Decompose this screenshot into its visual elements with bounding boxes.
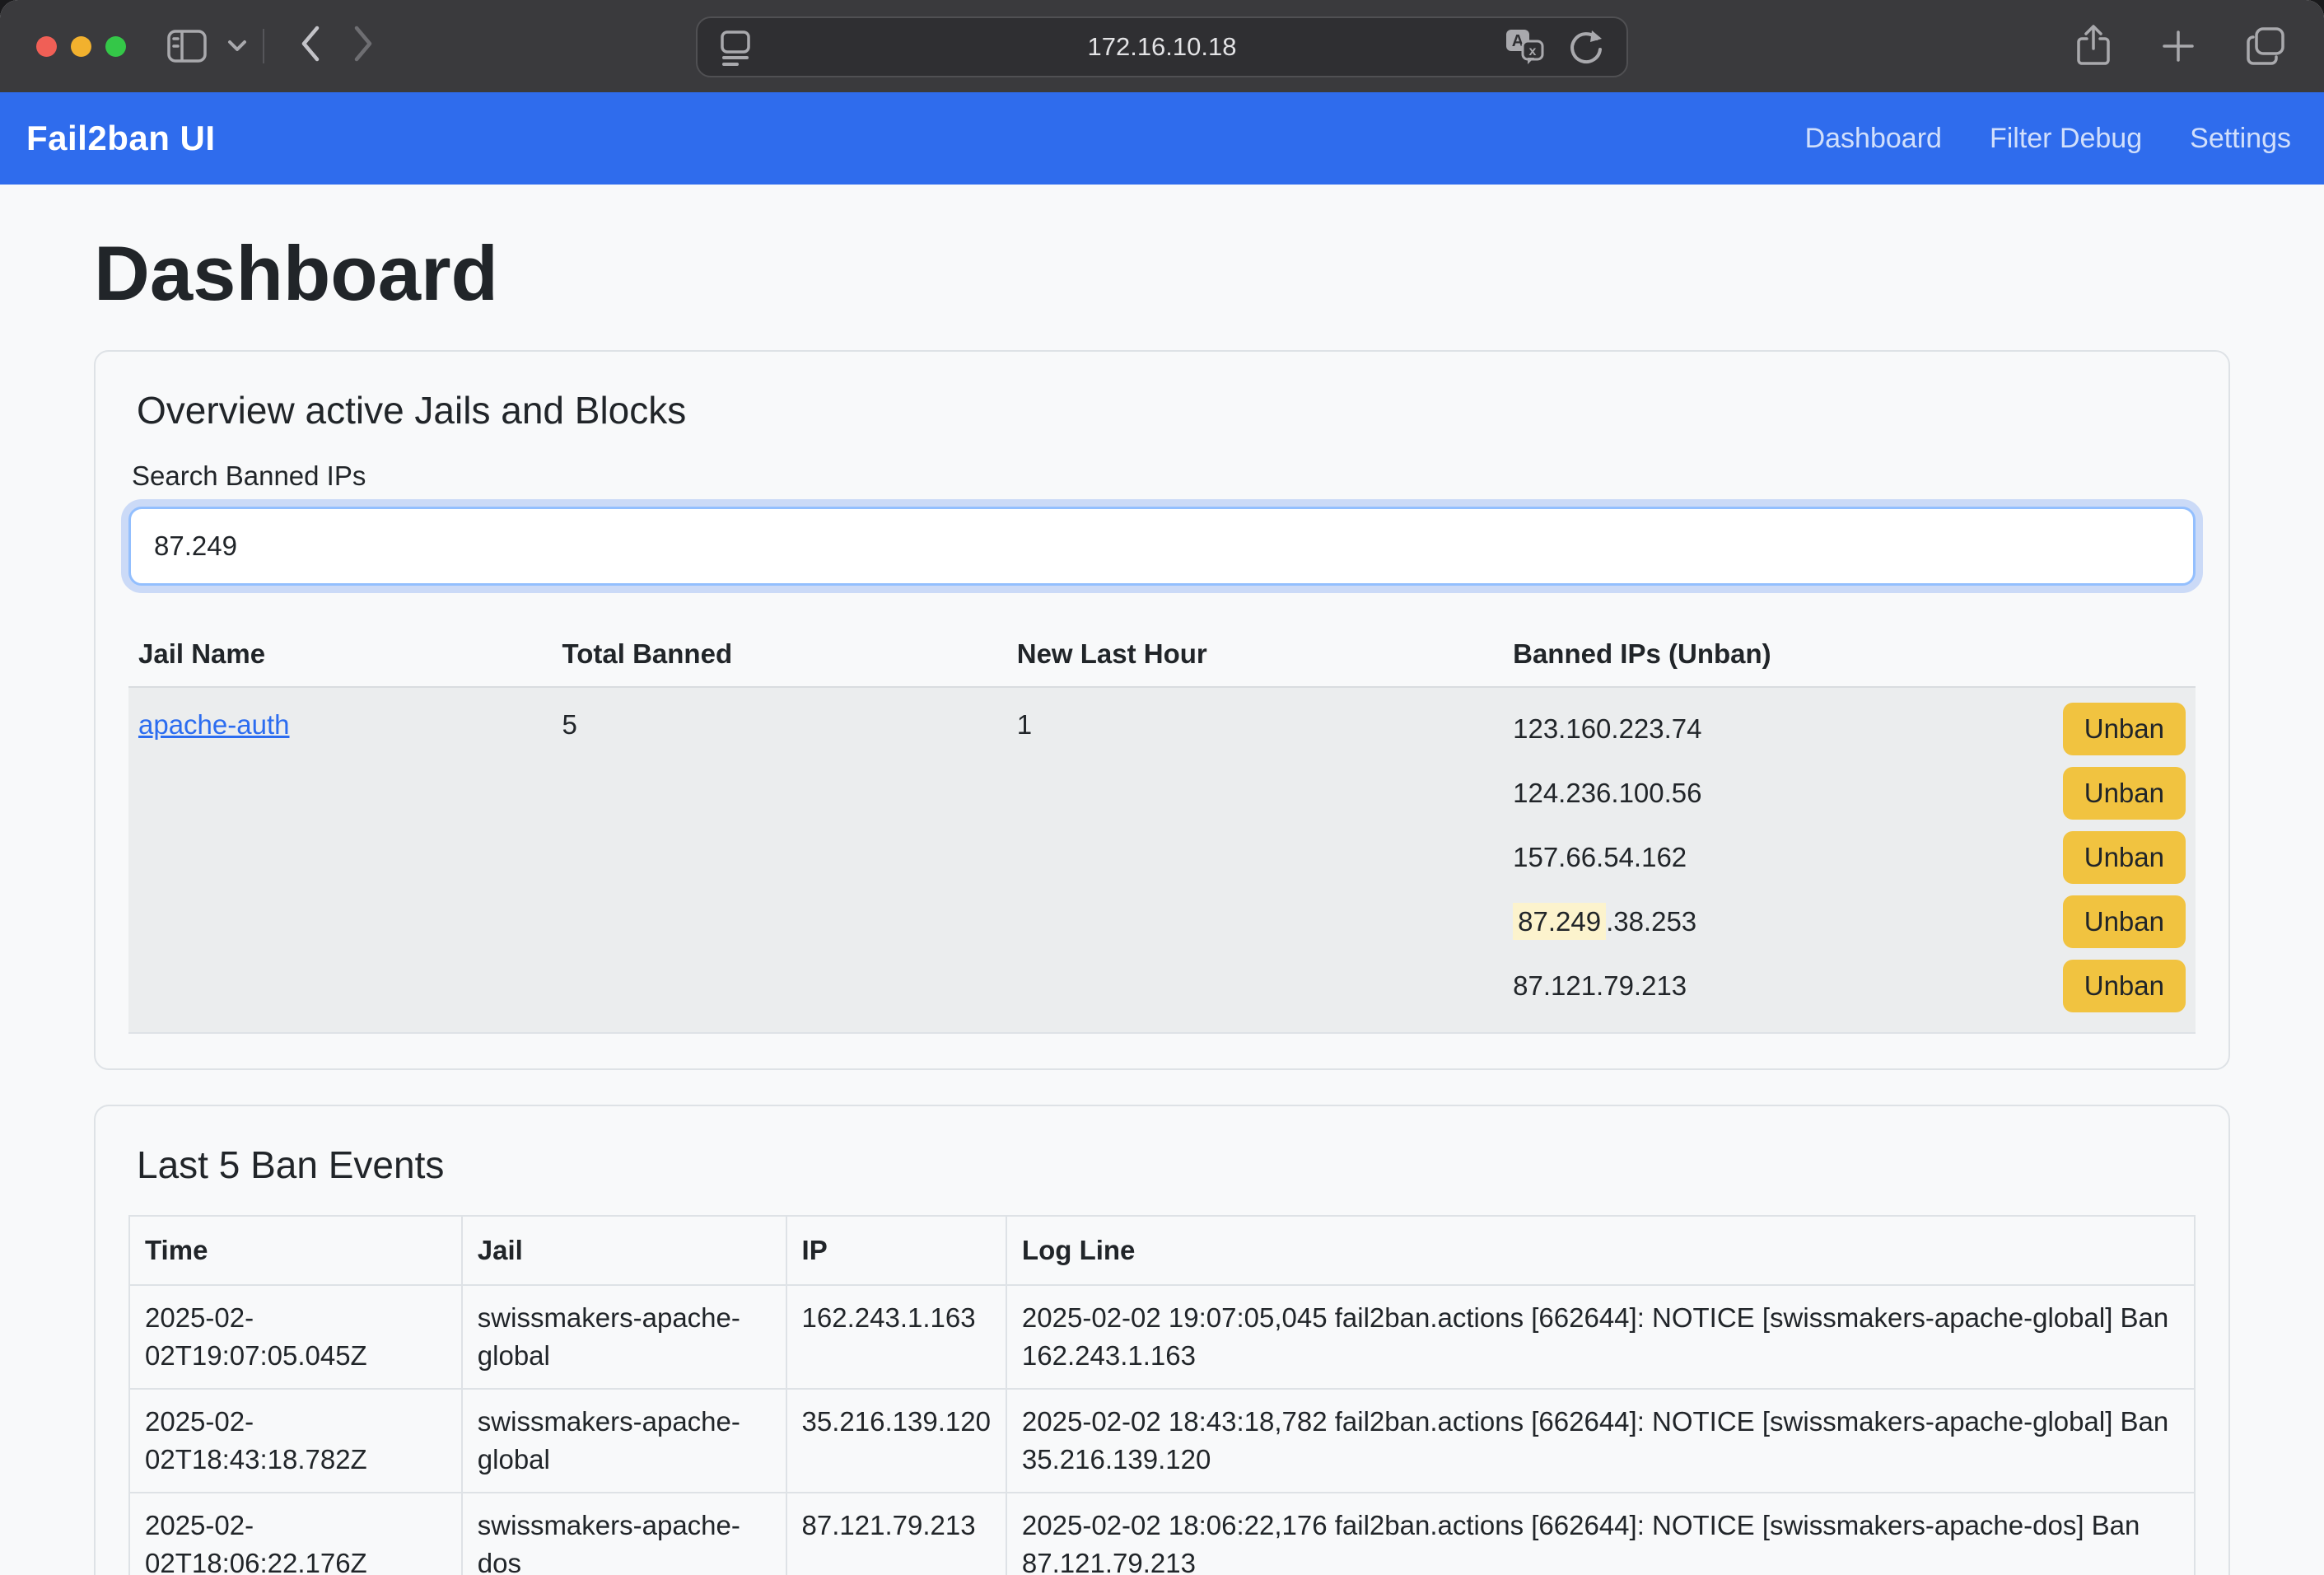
nav-links: Dashboard Filter Debug Settings bbox=[1805, 123, 2298, 155]
banned-ip: 87.121.79.213 bbox=[1513, 970, 1687, 1002]
jails-table: Jail Name Total Banned New Last Hour Ban… bbox=[128, 622, 2196, 1034]
event-row: 2025-02-02T18:06:22.176Z swissmakers-apa… bbox=[129, 1493, 2195, 1575]
chevron-down-icon[interactable] bbox=[226, 39, 248, 54]
toolbar-divider bbox=[263, 29, 264, 63]
nav-link-settings[interactable]: Settings bbox=[2190, 123, 2291, 155]
event-time: 2025-02-02T18:06:22.176Z bbox=[129, 1493, 462, 1575]
event-log: 2025-02-02 19:07:05,045 fail2ban.actions… bbox=[1006, 1285, 2195, 1389]
events-header-jail: Jail bbox=[462, 1216, 786, 1285]
overview-card-title: Overview active Jails and Blocks bbox=[137, 388, 2196, 432]
unban-button[interactable]: Unban bbox=[2063, 831, 2186, 884]
nav-link-dashboard[interactable]: Dashboard bbox=[1805, 123, 1942, 155]
browser-window: 172.16.10.18 A x bbox=[0, 0, 2324, 1575]
jail-row: apache-auth 5 1 123.160.223.74 Unban 124… bbox=[128, 687, 2196, 1033]
unban-button[interactable]: Unban bbox=[2063, 895, 2186, 948]
app-brand[interactable]: Fail2ban UI bbox=[26, 119, 216, 158]
minimize-window-button[interactable] bbox=[71, 36, 91, 57]
share-icon[interactable] bbox=[2075, 24, 2112, 68]
event-log: 2025-02-02 18:06:22,176 fail2ban.actions… bbox=[1006, 1493, 2195, 1575]
event-time: 2025-02-02T18:43:18.782Z bbox=[129, 1389, 462, 1493]
page-content: Dashboard Overview active Jails and Bloc… bbox=[0, 231, 2324, 1575]
event-ip: 87.121.79.213 bbox=[786, 1493, 1006, 1575]
event-ip: 35.216.139.120 bbox=[786, 1389, 1006, 1493]
event-ip: 162.243.1.163 bbox=[786, 1285, 1006, 1389]
jails-header-new-last-hour: New Last Hour bbox=[1007, 622, 1503, 687]
tabs-overview-icon[interactable] bbox=[2245, 26, 2288, 67]
events-table-body: 2025-02-02T19:07:05.045Z swissmakers-apa… bbox=[129, 1285, 2195, 1575]
search-banned-ips-label: Search Banned IPs bbox=[132, 460, 2196, 492]
events-header-ip: IP bbox=[786, 1216, 1006, 1285]
reload-icon[interactable] bbox=[1567, 27, 1605, 67]
jails-header-total-banned: Total Banned bbox=[553, 622, 1007, 687]
event-row: 2025-02-02T19:07:05.045Z swissmakers-apa… bbox=[129, 1285, 2195, 1389]
search-banned-ips-input[interactable] bbox=[128, 507, 2196, 586]
translate-icon[interactable]: A x bbox=[1503, 26, 1546, 68]
banned-ip-row: 157.66.54.162 Unban bbox=[1513, 828, 2186, 887]
events-card: Last 5 Ban Events Time Jail IP Log Line … bbox=[94, 1105, 2230, 1575]
app-navbar: Fail2ban UI Dashboard Filter Debug Setti… bbox=[0, 92, 2324, 185]
events-header-log-line: Log Line bbox=[1006, 1216, 2195, 1285]
page-settings-icon[interactable] bbox=[719, 27, 752, 67]
banned-ip-row: 124.236.100.56 Unban bbox=[1513, 764, 2186, 823]
event-log: 2025-02-02 18:43:18,782 fail2ban.actions… bbox=[1006, 1389, 2195, 1493]
unban-button[interactable]: Unban bbox=[2063, 960, 2186, 1012]
events-table: Time Jail IP Log Line 2025-02-02T19:07:0… bbox=[128, 1215, 2196, 1575]
svg-text:x: x bbox=[1529, 44, 1537, 58]
search-match-highlight: 87.249 bbox=[1513, 903, 1606, 940]
unban-button[interactable]: Unban bbox=[2063, 767, 2186, 820]
overview-card: Overview active Jails and Blocks Search … bbox=[94, 350, 2230, 1070]
banned-ip-row: 87.121.79.213 Unban bbox=[1513, 956, 2186, 1016]
browser-toolbar: 172.16.10.18 A x bbox=[0, 0, 2324, 92]
unban-button[interactable]: Unban bbox=[2063, 703, 2186, 755]
banned-ip-row: 87.249.38.253 Unban bbox=[1513, 892, 2186, 951]
banned-ips-list: 123.160.223.74 Unban 124.236.100.56 Unba… bbox=[1513, 699, 2186, 1016]
events-card-title: Last 5 Ban Events bbox=[137, 1143, 2196, 1187]
banned-ip-row: 123.160.223.74 Unban bbox=[1513, 699, 2186, 759]
back-icon[interactable] bbox=[297, 23, 322, 64]
event-row: 2025-02-02T18:43:18.782Z swissmakers-apa… bbox=[129, 1389, 2195, 1493]
event-jail: swissmakers-apache-dos bbox=[462, 1493, 786, 1575]
new-tab-icon[interactable] bbox=[2159, 27, 2197, 65]
page-title: Dashboard bbox=[94, 231, 2230, 315]
event-jail: swissmakers-apache-global bbox=[462, 1389, 786, 1493]
jails-header-banned-ips: Banned IPs (Unban) bbox=[1503, 622, 2196, 687]
jail-new-last-hour: 1 bbox=[1007, 687, 1503, 1033]
event-time: 2025-02-02T19:07:05.045Z bbox=[129, 1285, 462, 1389]
nav-link-filter-debug[interactable]: Filter Debug bbox=[1990, 123, 2142, 155]
event-jail: swissmakers-apache-global bbox=[462, 1285, 786, 1389]
events-header-time: Time bbox=[129, 1216, 462, 1285]
banned-ip: 123.160.223.74 bbox=[1513, 713, 1701, 745]
address-bar[interactable]: 172.16.10.18 A x bbox=[696, 16, 1628, 77]
sidebar-icon[interactable] bbox=[166, 28, 208, 64]
zoom-window-button[interactable] bbox=[105, 36, 126, 57]
banned-ip: 124.236.100.56 bbox=[1513, 778, 1701, 809]
close-window-button[interactable] bbox=[36, 36, 57, 57]
banned-ip: 157.66.54.162 bbox=[1513, 842, 1687, 873]
jails-header-jail-name: Jail Name bbox=[128, 622, 553, 687]
jail-total-banned: 5 bbox=[553, 687, 1007, 1033]
window-controls bbox=[36, 36, 126, 57]
url-text: 172.16.10.18 bbox=[698, 32, 1626, 62]
jail-name-link[interactable]: apache-auth bbox=[138, 709, 289, 740]
forward-icon[interactable] bbox=[352, 23, 376, 64]
banned-ip: 87.249.38.253 bbox=[1513, 906, 1696, 937]
